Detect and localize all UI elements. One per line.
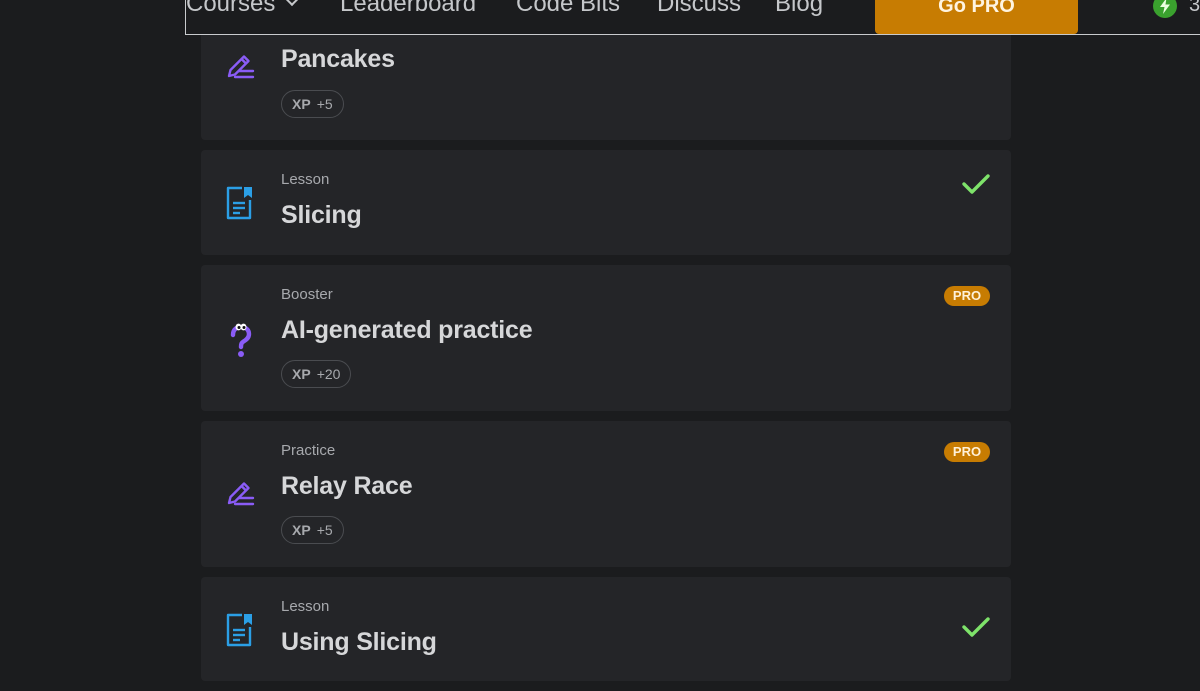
pencil-icon bbox=[227, 55, 255, 79]
streak-count: 3 bbox=[1189, 0, 1200, 16]
card-title: Using Slicing bbox=[281, 628, 437, 656]
xp-label: XP bbox=[292, 96, 311, 112]
chevron-down-icon bbox=[285, 0, 300, 7]
top-navigation-bar: Courses Leaderboard Code Bits Discuss Bl… bbox=[185, 0, 1200, 35]
lesson-card-slicing[interactable]: Lesson Slicing bbox=[201, 150, 1011, 255]
completed-check-icon bbox=[962, 174, 990, 194]
card-title: Relay Race bbox=[281, 472, 413, 500]
pro-badge: PRO bbox=[944, 286, 990, 306]
nav-blog-link[interactable]: Blog bbox=[775, 0, 823, 18]
card-title: Pancakes bbox=[281, 45, 395, 73]
question-mark-icon bbox=[230, 323, 252, 357]
pencil-icon bbox=[227, 482, 255, 506]
lesson-card-using-slicing[interactable]: Lesson Using Slicing bbox=[201, 577, 1011, 681]
card-type-label: Practice bbox=[281, 442, 336, 459]
nav-code-bits-link[interactable]: Code Bits bbox=[516, 0, 620, 18]
card-type-label: Lesson bbox=[281, 171, 330, 188]
booster-card-ai-practice[interactable]: Booster AI-generated practice PRO XP +20 bbox=[201, 265, 1011, 411]
xp-label: XP bbox=[292, 366, 311, 382]
xp-value: +5 bbox=[316, 96, 333, 112]
streak-bolt-icon[interactable] bbox=[1153, 0, 1177, 18]
card-title: Slicing bbox=[281, 201, 362, 229]
xp-value: +5 bbox=[316, 522, 333, 538]
go-pro-button[interactable]: Go PRO bbox=[875, 0, 1078, 34]
xp-badge: XP +5 bbox=[281, 90, 344, 118]
nav-courses-menu[interactable]: Courses bbox=[186, 0, 300, 18]
lesson-doc-icon bbox=[226, 186, 252, 220]
card-type-label: Lesson bbox=[281, 598, 330, 615]
xp-value: +20 bbox=[316, 366, 341, 382]
practice-card-relay-race[interactable]: Practice Relay Race PRO XP +5 bbox=[201, 421, 1011, 567]
pro-badge: PRO bbox=[944, 442, 990, 462]
nav-courses-label: Courses bbox=[186, 0, 276, 17]
card-type-label: Booster bbox=[281, 286, 333, 303]
nav-discuss-link[interactable]: Discuss bbox=[657, 0, 741, 18]
xp-label: XP bbox=[292, 522, 311, 538]
xp-badge: XP +5 bbox=[281, 516, 344, 544]
nav-leaderboard-link[interactable]: Leaderboard bbox=[340, 0, 476, 18]
completed-check-icon bbox=[962, 617, 990, 637]
card-title: AI-generated practice bbox=[281, 316, 533, 344]
xp-badge: XP +20 bbox=[281, 360, 352, 388]
lesson-doc-icon bbox=[226, 613, 252, 647]
